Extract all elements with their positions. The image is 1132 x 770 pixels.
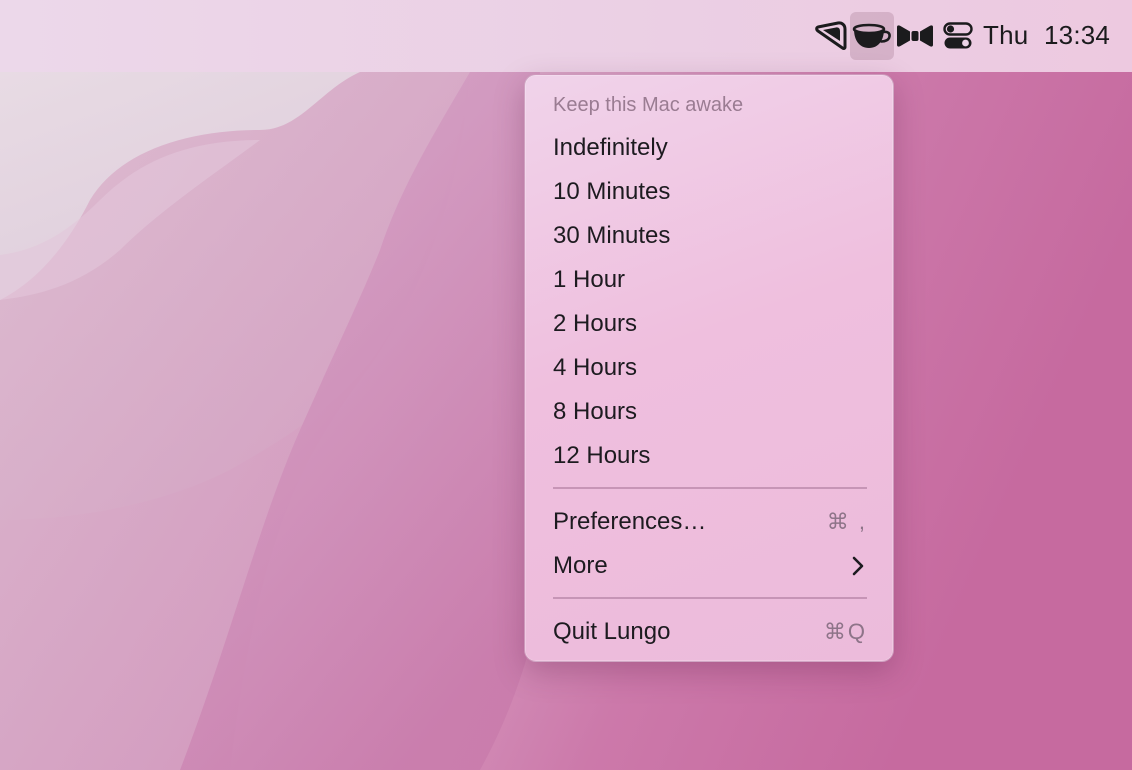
menu-item-preferences[interactable]: Preferences… ⌘ , (553, 502, 867, 542)
menu-item-label: 8 Hours (553, 398, 638, 425)
menu-item-label: 30 Minutes (553, 222, 671, 249)
preferences-shortcut: ⌘ , (826, 509, 867, 534)
lungo-menu: Keep this Mac awake Indefinitely 10 Minu… (524, 74, 894, 662)
menu-item-8-hours[interactable]: 8 Hours (553, 392, 867, 432)
menu-item-label: 12 Hours (553, 442, 651, 469)
menu-item-indefinitely[interactable]: Indefinitely (553, 128, 867, 168)
bow-tie-icon[interactable] (895, 12, 935, 60)
menu-item-label: 2 Hours (553, 310, 638, 337)
menu-item-label: Preferences… (553, 508, 707, 535)
menu-item-10-minutes[interactable]: 10 Minutes (553, 172, 867, 212)
menu-item-4-hours[interactable]: 4 Hours (553, 348, 867, 388)
menu-item-label: 1 Hour (553, 266, 626, 293)
control-center-icon[interactable] (940, 12, 976, 60)
menu-item-quit[interactable]: Quit Lungo ⌘Q (553, 612, 867, 652)
menu-item-label: 10 Minutes (553, 178, 671, 205)
menu-item-1-hour[interactable]: 1 Hour (553, 260, 867, 300)
lasso-icon[interactable] (812, 12, 850, 60)
menu-item-label: More (553, 552, 608, 579)
menu-separator (553, 597, 867, 599)
coffee-cup-icon[interactable] (850, 12, 894, 60)
menu-bar: Thu 13:34 (0, 0, 1132, 72)
menu-separator (553, 487, 867, 489)
menu-item-12-hours[interactable]: 12 Hours (553, 436, 867, 476)
chevron-right-icon (851, 556, 867, 576)
menubar-clock[interactable]: 13:34 (1044, 19, 1110, 51)
menu-item-label: 4 Hours (553, 354, 638, 381)
menu-item-2-hours[interactable]: 2 Hours (553, 304, 867, 344)
menu-item-label: Indefinitely (553, 134, 668, 161)
menubar-day[interactable]: Thu (983, 19, 1028, 51)
menu-header: Keep this Mac awake (553, 94, 744, 116)
quit-shortcut: ⌘Q (823, 619, 867, 644)
menu-item-30-minutes[interactable]: 30 Minutes (553, 216, 867, 256)
menu-item-label: Quit Lungo (553, 618, 671, 645)
menu-item-more[interactable]: More (553, 546, 867, 586)
